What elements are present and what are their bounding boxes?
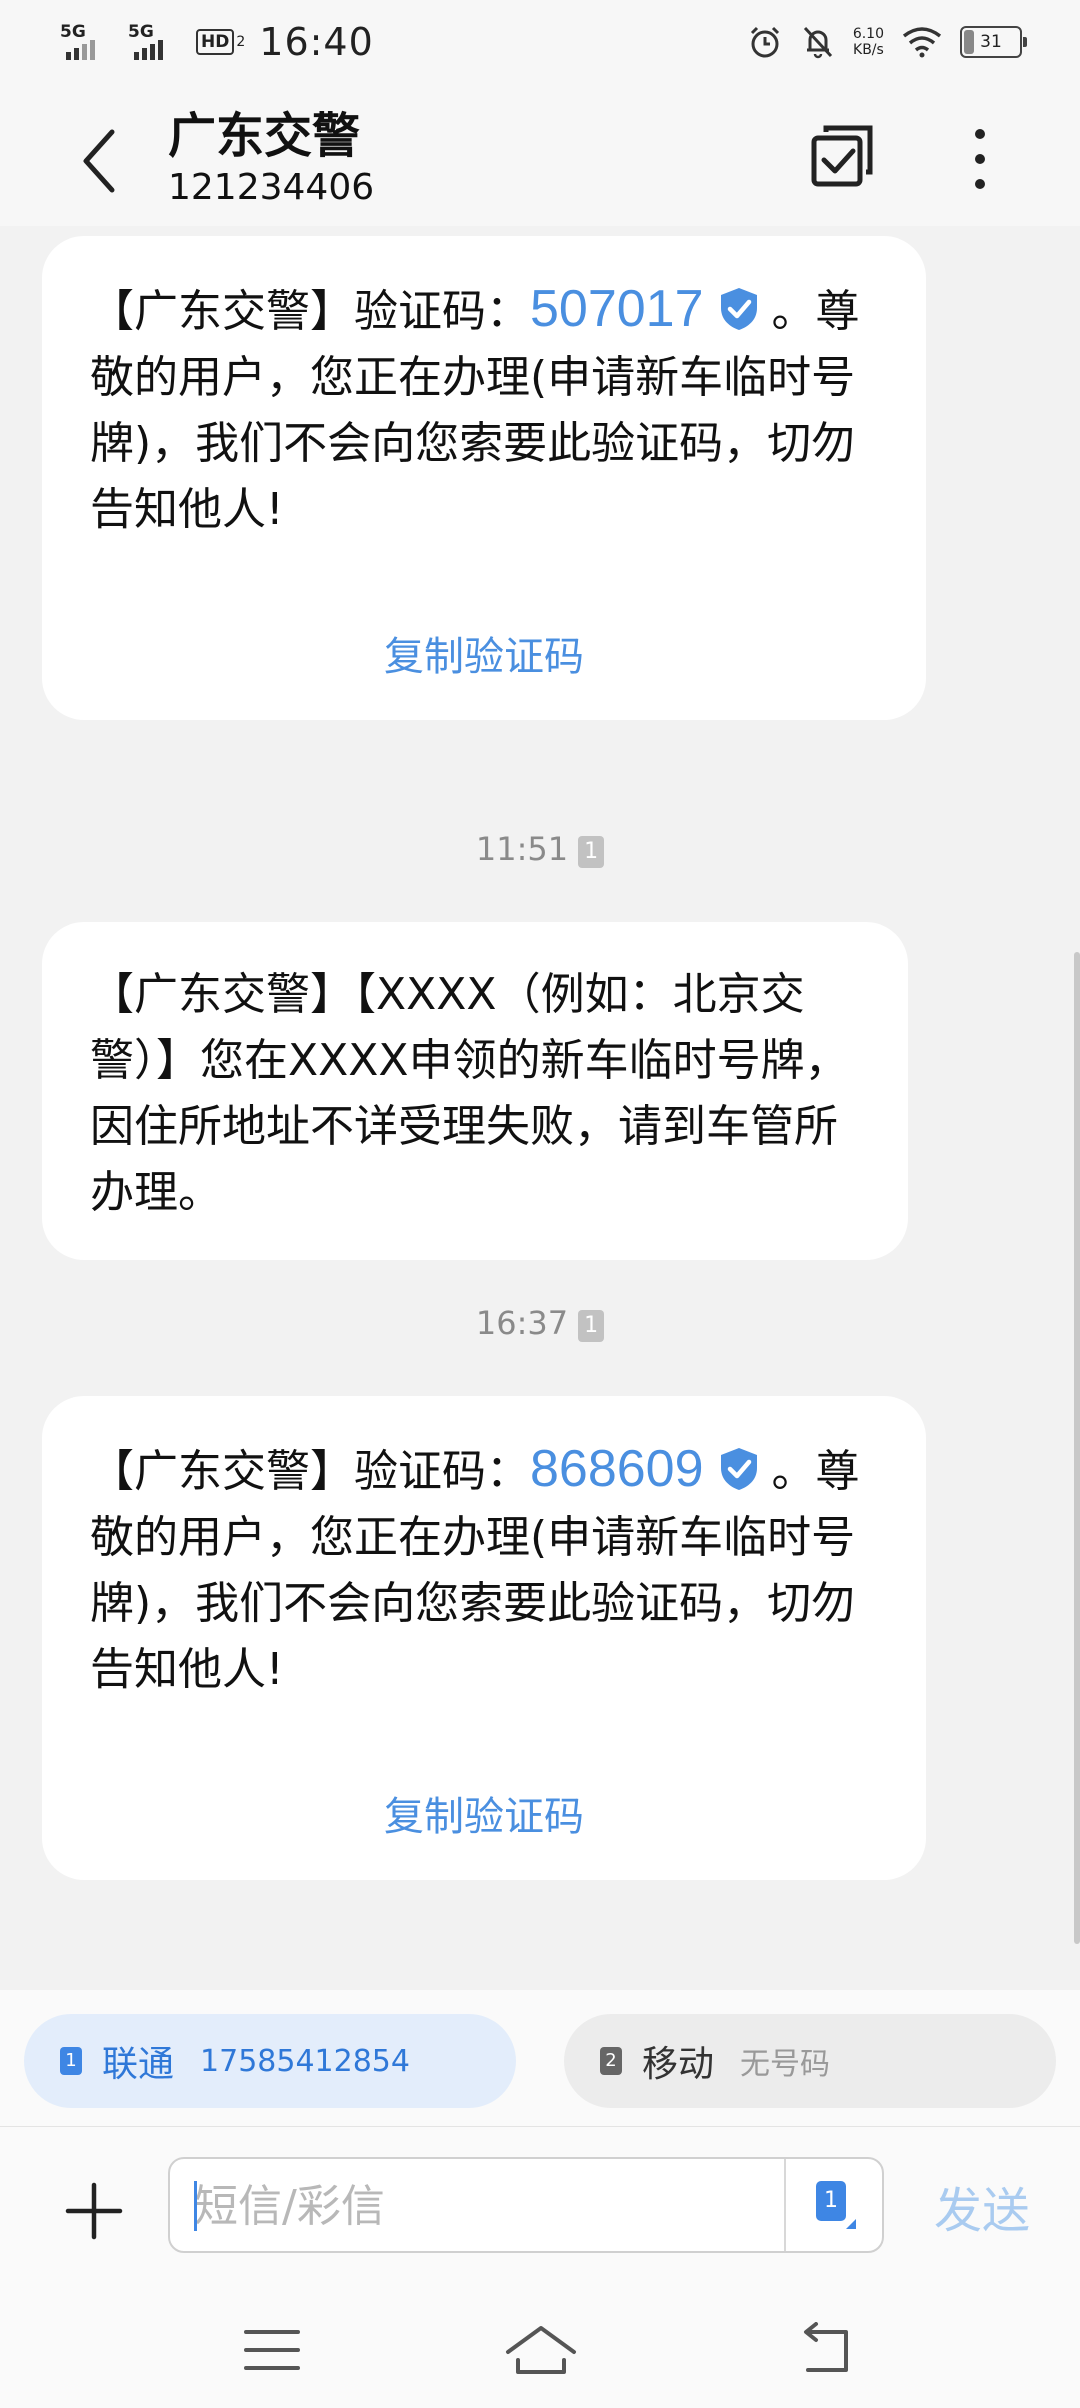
message-timestamp: 11:51 1 <box>0 830 1080 868</box>
menu-icon[interactable] <box>240 2322 304 2378</box>
verified-shield-icon <box>720 288 757 330</box>
status-bar: 5G 5G HD 2 16:40 6.10 KB/s 31 <box>0 0 1080 84</box>
contact-info[interactable]: 广东交警 121234406 <box>168 106 374 210</box>
sim2-badge-icon: 2 <box>600 2047 622 2075</box>
verified-shield-icon <box>720 1448 757 1490</box>
multi-select-icon[interactable] <box>808 122 878 192</box>
status-left: 5G 5G HD 2 16:40 <box>60 14 374 70</box>
battery-level: 31 <box>980 32 1002 52</box>
add-attachment-icon[interactable] <box>62 2179 126 2243</box>
message-text: 【广东交警】验证码：868609 。尊敬的用户，您正在办理(申请新车临时号牌)，我… <box>90 1436 878 1703</box>
wifi-icon <box>902 27 942 58</box>
net-speed-value: 6.10 <box>852 26 884 42</box>
message-timestamp: 16:37 1 <box>0 1304 1080 1342</box>
sim-card-icon: 1 <box>578 836 605 868</box>
verification-code[interactable]: 507017 <box>530 280 704 338</box>
contact-name: 广东交警 <box>168 108 361 164</box>
hd-voice-sub: 2 <box>236 34 246 50</box>
message-bubble[interactable]: 【广东交警】验证码：868609 。尊敬的用户，您正在办理(申请新车临时号牌)，我… <box>42 1396 926 1880</box>
verification-code[interactable]: 868609 <box>530 1440 704 1498</box>
alarm-icon <box>750 26 779 58</box>
hd-voice-icon: HD <box>196 29 235 55</box>
battery-icon: 31 <box>960 26 1027 58</box>
composer-bar: 1 发送 <box>0 2126 1080 2293</box>
message-input[interactable] <box>192 2159 716 2253</box>
sim-switch-icon: 1 <box>816 2181 846 2221</box>
timestamp-text: 11:51 <box>475 830 569 868</box>
sim1-badge-icon: 1 <box>60 2047 82 2075</box>
system-nav-bar <box>0 2292 1080 2408</box>
message-prefix: 【广东交警】验证码： <box>90 1446 530 1497</box>
text-caret <box>194 2181 197 2231</box>
sim1-chip[interactable]: 1 联通 17585412854 <box>24 2014 516 2108</box>
net-speed: 6.10 KB/s <box>853 26 884 58</box>
signal-icon: 5G <box>128 20 182 64</box>
message-thread[interactable]: 【广东交警】验证码：507017 。尊敬的用户，您正在办理(申请新车临时号牌)，我… <box>0 226 1080 1990</box>
mute-bell-icon <box>803 26 832 59</box>
home-icon[interactable] <box>504 2322 578 2378</box>
message-input-box[interactable]: 1 <box>168 2157 884 2253</box>
message-bubble[interactable]: 【广东交警】验证码：507017 。尊敬的用户，您正在办理(申请新车临时号牌)，我… <box>42 236 926 720</box>
copy-code-button[interactable]: 复制验证码 <box>42 1784 926 1842</box>
sim1-carrier: 联通 <box>102 2044 175 2085</box>
sim2-carrier: 移动 <box>642 2044 715 2085</box>
sim-selector: 1 联通 17585412854 2 移动 无号码 <box>0 1990 1080 2126</box>
sim-card-icon: 1 <box>578 1310 605 1342</box>
message-bubble[interactable]: 【广东交警】【XXXX（例如：北京交警）】您在XXXX申领的新车临时号牌，因住所… <box>42 922 908 1260</box>
net-speed-unit: KB/s <box>853 42 884 58</box>
message-prefix: 【广东交警】验证码： <box>90 286 530 337</box>
timestamp-text: 16:37 <box>475 1304 569 1342</box>
sim2-network-label: 5G <box>128 22 154 42</box>
message-text: 【广东交警】【XXXX（例如：北京交警）】您在XXXX申领的新车临时号牌，因住所… <box>90 969 849 1218</box>
dropdown-corner-icon <box>846 2219 856 2229</box>
sim2-chip[interactable]: 2 移动 无号码 <box>564 2014 1056 2108</box>
contact-number: 121234406 <box>168 167 375 208</box>
status-right: 6.10 KB/s 31 <box>747 16 1027 68</box>
sim-switch-button[interactable]: 1 <box>784 2159 882 2251</box>
send-button[interactable]: 发送 <box>934 2171 1030 2241</box>
scrollbar[interactable] <box>1074 952 1080 1944</box>
back-nav-icon[interactable] <box>792 2322 856 2378</box>
signal-icon: 5G <box>60 20 114 64</box>
sim1-network-label: 5G <box>60 22 86 42</box>
conversation-header: 广东交警 121234406 <box>0 84 1080 226</box>
copy-code-button[interactable]: 复制验证码 <box>42 624 926 682</box>
status-clock: 16:40 <box>259 20 374 64</box>
message-text: 【广东交警】验证码：507017 。尊敬的用户，您正在办理(申请新车临时号牌)，我… <box>90 276 878 543</box>
back-icon[interactable] <box>72 124 132 198</box>
sim2-number: 无号码 <box>740 2047 831 2082</box>
sim1-number: 17585412854 <box>200 2043 410 2079</box>
more-icon[interactable] <box>952 124 1008 194</box>
